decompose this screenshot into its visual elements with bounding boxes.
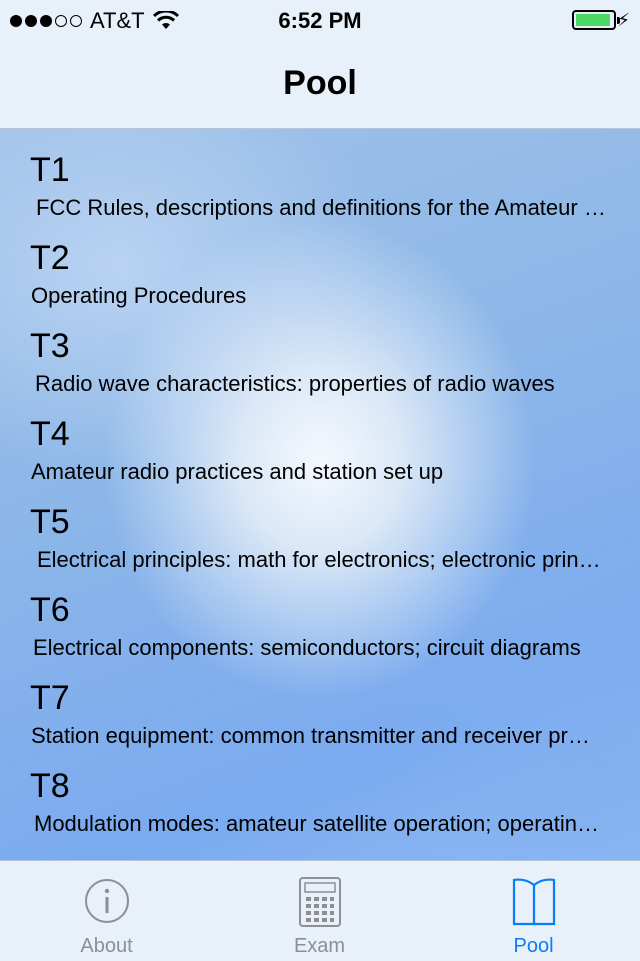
topic-code: T6 — [30, 591, 70, 629]
tab-about[interactable]: About — [0, 861, 213, 961]
topic-row-t8[interactable]: T8 Modulation modes: amateur satellite o… — [0, 767, 640, 855]
page-title: Pool — [283, 64, 357, 102]
tab-label: Pool — [513, 935, 554, 957]
tab-exam[interactable]: Exam — [213, 861, 426, 961]
topic-list[interactable]: T1 FCC Rules, descriptions and definitio… — [0, 129, 640, 860]
tab-label: About — [80, 935, 133, 957]
tab-label: Exam — [293, 935, 346, 957]
charging-bolt-icon: ⚡ — [617, 10, 630, 30]
navigation-bar: Pool — [0, 40, 640, 129]
topic-row-t1[interactable]: T1 FCC Rules, descriptions and definitio… — [0, 151, 640, 239]
topic-description: Electrical components: semiconductors; c… — [33, 635, 581, 660]
topic-code: T8 — [30, 767, 70, 805]
topic-row-t5[interactable]: T5 Electrical principles: math for elect… — [0, 503, 640, 591]
status-time: 6:52 PM — [278, 8, 362, 33]
topic-code: T1 — [30, 151, 70, 189]
topic-code: T7 — [30, 679, 70, 717]
topic-row-t7[interactable]: T7 Station equipment: common transmitter… — [0, 679, 640, 767]
calculator-icon — [298, 877, 341, 927]
info-icon — [84, 879, 129, 923]
topic-code: T5 — [30, 503, 70, 541]
topic-code: T3 — [30, 327, 70, 365]
topic-description: Amateur radio practices and station set … — [31, 459, 444, 484]
topic-description: Electrical principles: math for electron… — [37, 547, 607, 572]
topic-description: FCC Rules, descriptions and definitions … — [36, 195, 606, 220]
topic-description: Operating Procedures — [31, 283, 247, 308]
topic-row-t3[interactable]: T3 Radio wave characteristics: propertie… — [0, 327, 640, 415]
battery-icon — [572, 10, 620, 30]
topic-code: T2 — [30, 239, 70, 277]
topic-row-t6[interactable]: T6 Electrical components: semiconductors… — [0, 591, 640, 679]
topic-description: Station equipment: common transmitter an… — [31, 723, 601, 748]
topic-description: Radio wave characteristics: properties o… — [35, 371, 555, 396]
book-icon — [512, 878, 555, 926]
tab-bar: About Exam Pool — [0, 860, 640, 961]
status-bar: AT&T 6:52 PM ⚡ — [0, 0, 640, 40]
topic-row-t2[interactable]: T2 Operating Procedures — [0, 239, 640, 327]
topic-code: T4 — [30, 415, 70, 453]
topic-description: Modulation modes: amateur satellite oper… — [34, 811, 604, 836]
battery-fill — [576, 14, 611, 26]
tab-pool[interactable]: Pool — [427, 861, 640, 961]
topic-row-t4[interactable]: T4 Amateur radio practices and station s… — [0, 415, 640, 503]
